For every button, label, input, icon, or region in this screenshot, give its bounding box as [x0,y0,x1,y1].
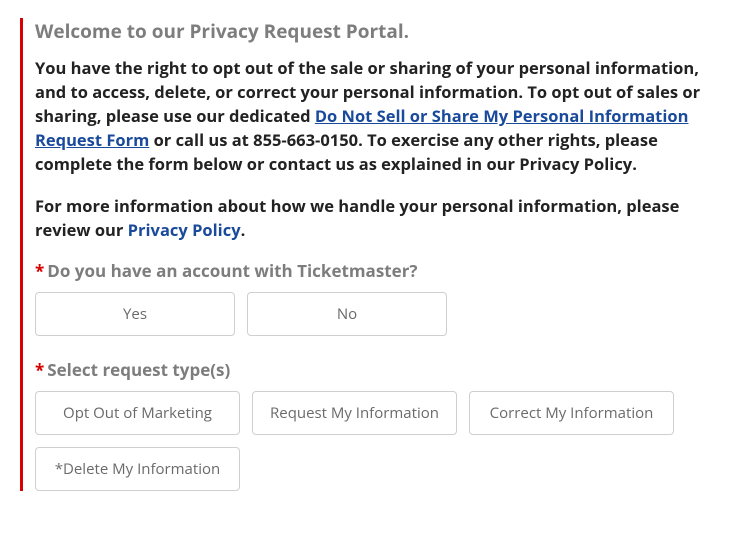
account-no-button[interactable]: No [247,292,447,336]
more-info-paragraph: For more information about how we handle… [35,194,706,242]
required-asterisk-icon: * [35,358,44,381]
question-account-text: Do you have an account with Ticketmaster… [47,259,417,282]
correct-my-information-button[interactable]: Correct My Information [469,391,674,435]
opt-out-marketing-button[interactable]: Opt Out of Marketing [35,391,240,435]
question-request-type-text: Select request type(s) [47,358,230,381]
question-account-label: *Do you have an account with Ticketmaste… [35,259,706,282]
intro-paragraph: You have the right to opt out of the sal… [35,56,706,176]
more-info-text-2: . [241,218,246,241]
privacy-policy-link[interactable]: Privacy Policy [128,218,241,241]
request-my-information-button[interactable]: Request My Information [252,391,457,435]
required-asterisk-icon: * [35,259,44,282]
page-title: Welcome to our Privacy Request Portal. [35,18,706,44]
account-yes-button[interactable]: Yes [35,292,235,336]
question-request-type-label: *Select request type(s) [35,358,706,381]
delete-my-information-button[interactable]: *Delete My Information [35,447,240,491]
request-type-options-row: Opt Out of Marketing Request My Informat… [35,391,706,491]
form-container: Welcome to our Privacy Request Portal. Y… [20,18,706,491]
account-options-row: Yes No [35,292,706,336]
